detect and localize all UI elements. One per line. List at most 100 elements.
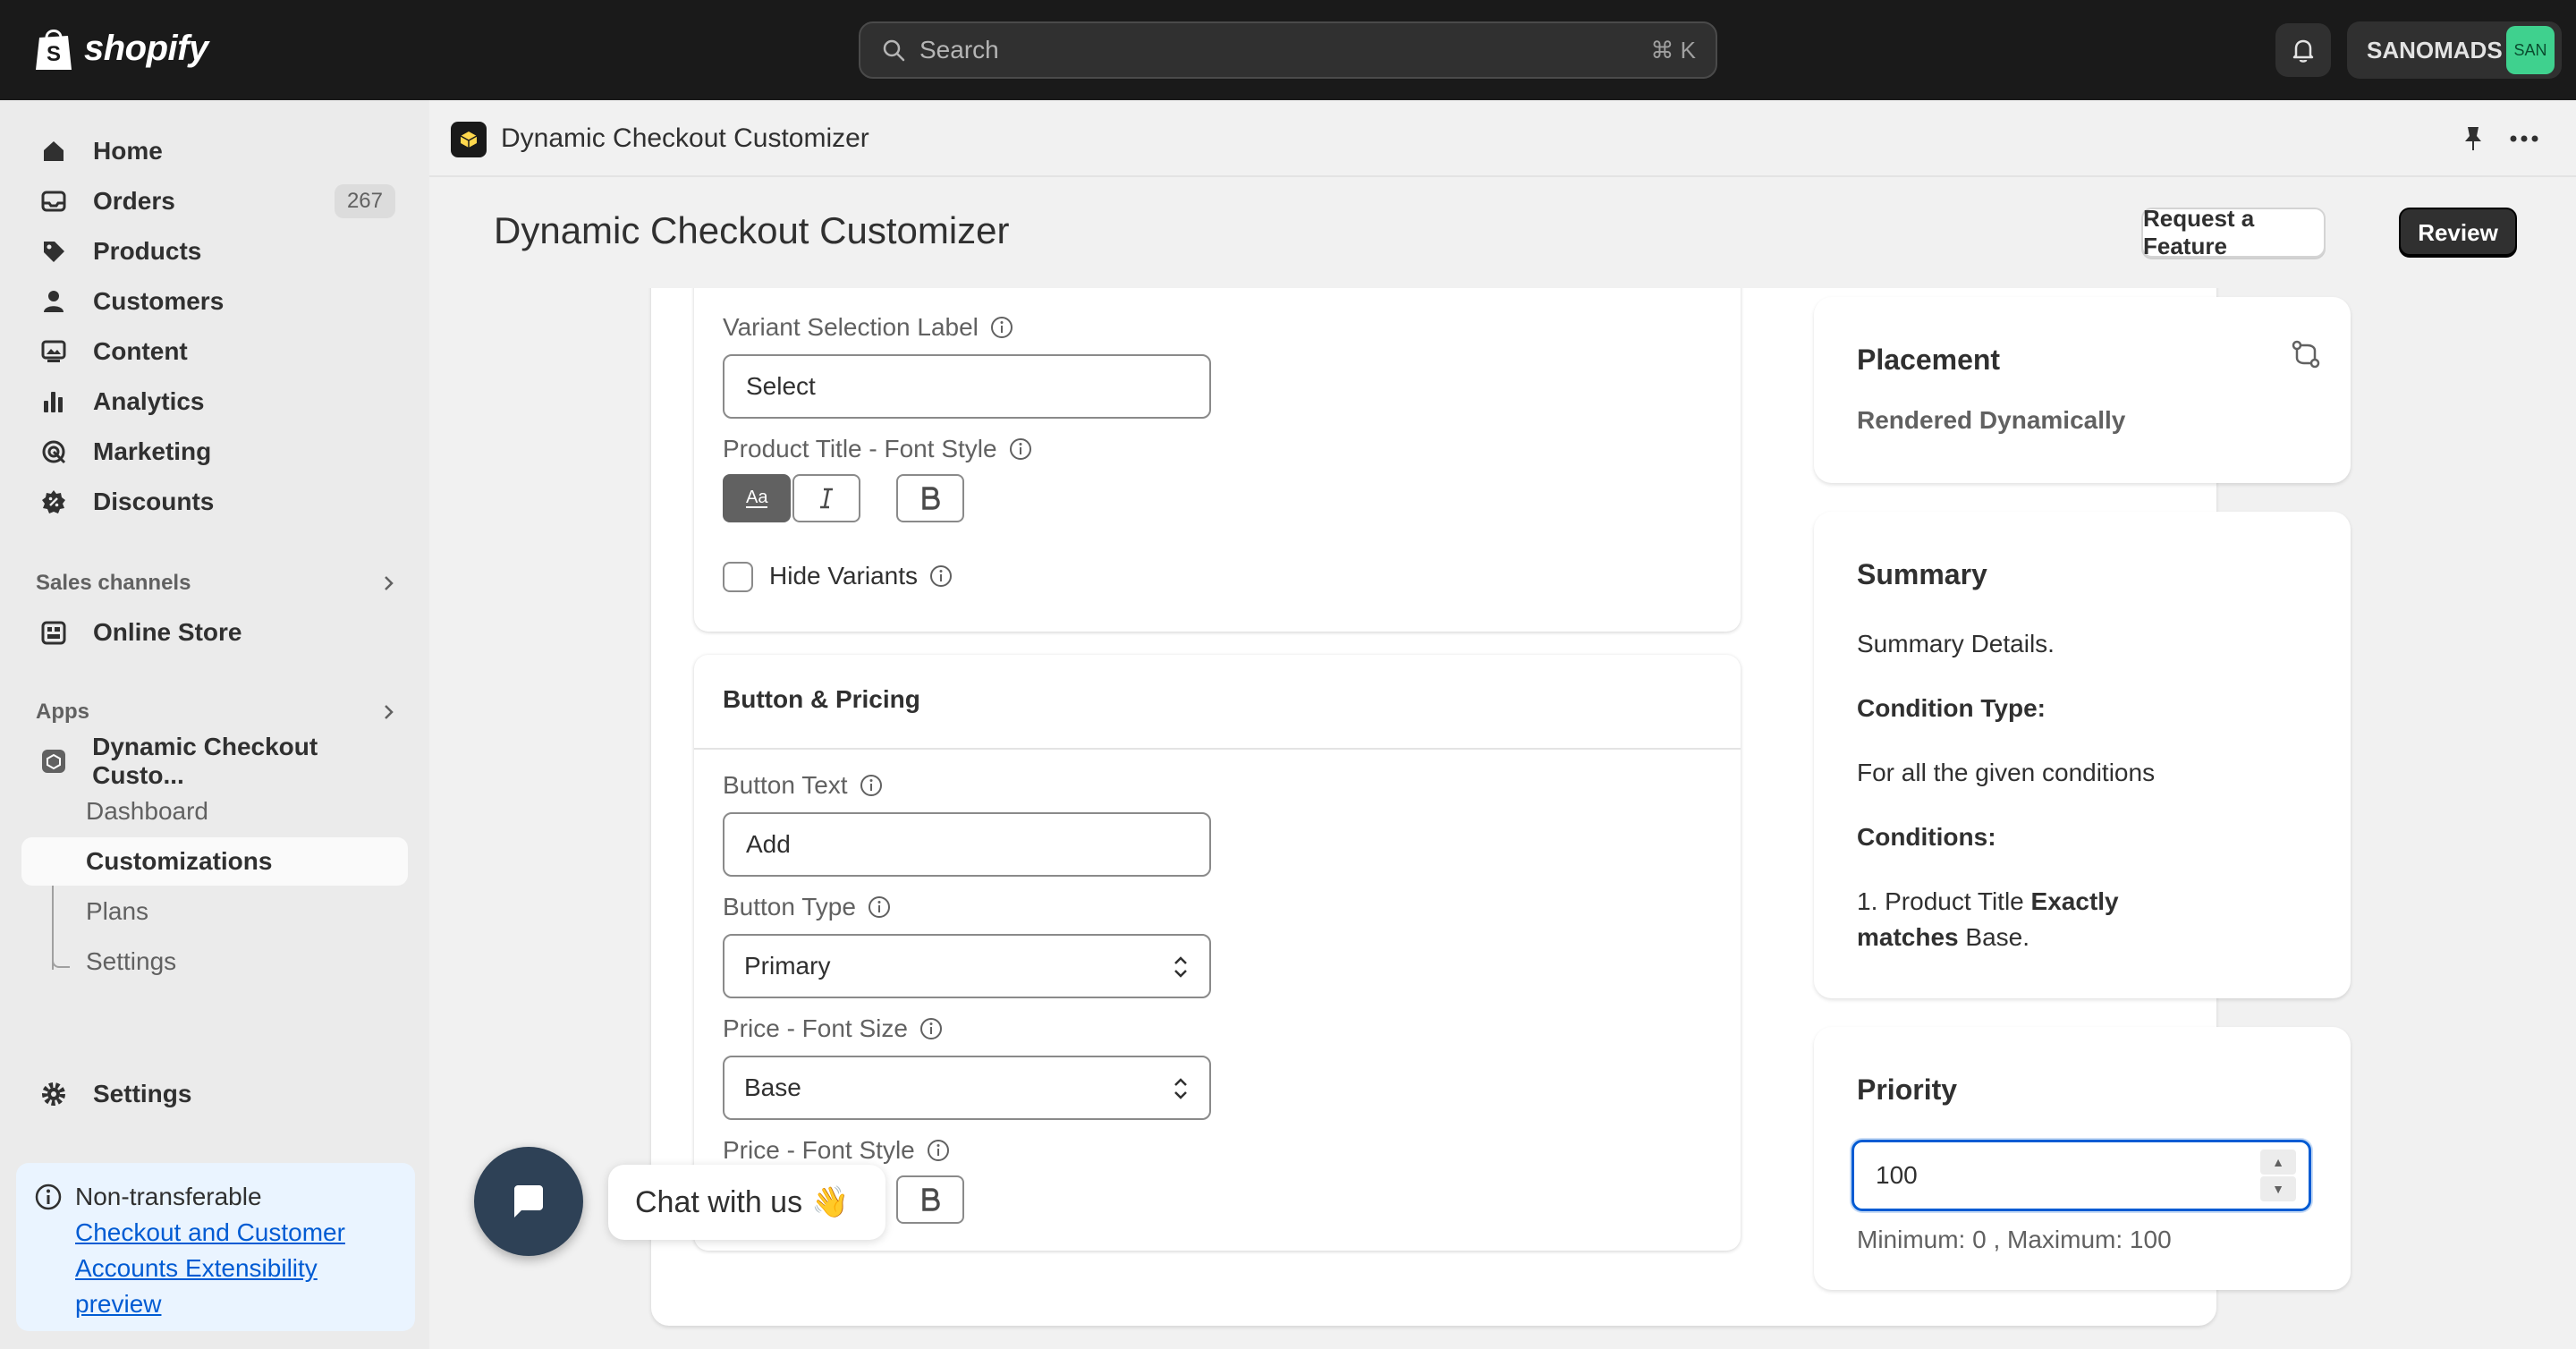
image-icon <box>39 337 68 366</box>
sidebar-subitem-plans[interactable]: Plans <box>21 887 408 936</box>
more-options-icon[interactable] <box>2506 123 2542 154</box>
app-icon <box>39 747 67 776</box>
price-font-size-label: Price - Font Size <box>723 1014 944 1043</box>
field-label-text: Variant Selection Label <box>723 313 979 341</box>
priority-card: Priority 100 ▲ ▼ Minimum: 0 , Maximum: 1… <box>1814 1027 2351 1290</box>
summary-title: Summary <box>1857 558 1987 590</box>
priority-help-text: Minimum: 0 , Maximum: 100 <box>1857 1226 2172 1253</box>
italic-icon <box>820 488 833 509</box>
field-label-text: Price - Font Size <box>723 1014 908 1042</box>
tag-icon <box>39 237 68 266</box>
priority-input[interactable]: 100 ▲ ▼ <box>1852 1140 2311 1211</box>
sidebar-item-label: Discounts <box>93 488 215 515</box>
field-label-text: Button Type <box>723 893 856 921</box>
button-text-label: Button Text <box>723 771 884 800</box>
shopify-logo[interactable]: S shopify <box>34 25 208 72</box>
summary-card: Summary Summary Details. Condition Type:… <box>1814 512 2351 998</box>
sidebar-item-analytics[interactable]: Analytics <box>21 378 408 426</box>
card-heading: Button & Pricing <box>723 685 920 713</box>
info-icon[interactable] <box>919 1016 944 1041</box>
sidebar-item-customers[interactable]: Customers <box>21 277 408 326</box>
sales-channels-heading[interactable]: Sales channels <box>36 571 191 596</box>
avatar: SAN <box>2506 26 2555 74</box>
chat-with-us-prompt[interactable]: Chat with us 👋 <box>608 1165 886 1240</box>
placement-title: Placement <box>1857 344 2001 376</box>
swap-icon[interactable] <box>2290 338 2322 370</box>
apps-heading[interactable]: Apps <box>36 700 89 725</box>
preview-notice: Non-transferable Checkout and Customer A… <box>16 1163 415 1331</box>
search-shortcut: ⌘ K <box>1650 36 1696 64</box>
sidebar-subitem-customizations[interactable]: Customizations <box>21 837 408 886</box>
divider <box>694 748 1741 750</box>
sidebar-item-settings[interactable]: Settings <box>21 1070 408 1118</box>
chat-launcher-button[interactable] <box>474 1147 583 1256</box>
sidebar-item-content[interactable]: Content <box>21 327 408 376</box>
select-value: Base <box>744 1073 801 1101</box>
inbox-icon <box>39 187 68 216</box>
store-menu-button[interactable]: SANOMADS SAN <box>2347 21 2562 79</box>
chevron-up-icon[interactable]: ▲ <box>2260 1150 2296 1175</box>
info-icon[interactable] <box>989 315 1014 340</box>
sidebar-subitem-settings[interactable]: Settings <box>21 938 408 986</box>
chevron-up-down-icon <box>1174 956 1187 978</box>
extensibility-preview-link[interactable]: Checkout and Customer Accounts Extensibi… <box>75 1215 399 1322</box>
priority-title: Priority <box>1857 1073 1958 1106</box>
condition-type-label: Condition Type: <box>1857 694 2046 722</box>
price-font-style-bold-button[interactable] <box>896 1175 964 1224</box>
sidebar-item-label: Orders <box>93 187 175 215</box>
button-pricing-card: Button & Pricing Button Text Add Button … <box>694 655 1741 1251</box>
sidebar-item-marketing[interactable]: Marketing <box>21 428 408 476</box>
info-icon[interactable] <box>926 1138 951 1163</box>
store-icon <box>39 618 68 647</box>
number-stepper[interactable]: ▲ ▼ <box>2260 1150 2296 1201</box>
app-icon <box>451 122 487 157</box>
notice-title: Non-transferable <box>75 1183 262 1210</box>
info-icon[interactable] <box>859 773 884 798</box>
sidebar-item-online-store[interactable]: Online Store <box>21 608 408 657</box>
bar-chart-icon <box>39 387 68 416</box>
sidebar-subitem-label: Plans <box>86 897 149 925</box>
person-icon <box>39 287 68 316</box>
condition-suffix: Base. <box>1958 923 2030 951</box>
sidebar-subitem-dashboard[interactable]: Dashboard <box>21 787 408 836</box>
field-label-text: Price - Font Style <box>723 1136 915 1164</box>
review-button[interactable]: Review <box>2399 208 2517 258</box>
button-text-input[interactable]: Add <box>723 812 1211 877</box>
chevron-right-icon[interactable] <box>377 573 399 594</box>
sidebar-item-products[interactable]: Products <box>21 227 408 276</box>
font-style-regular-button[interactable]: Aa <box>723 474 791 522</box>
sidebar-item-discounts[interactable]: Discounts <box>21 478 408 526</box>
button-type-label: Button Type <box>723 893 892 921</box>
font-style-bold-button[interactable] <box>896 474 964 522</box>
text-regular-icon: Aa <box>746 488 768 508</box>
variant-selection-input[interactable]: Select <box>723 354 1211 419</box>
chevron-down-icon[interactable]: ▼ <box>2260 1176 2296 1201</box>
pin-icon[interactable] <box>2458 123 2488 154</box>
sidebar-item-orders[interactable]: Orders 267 <box>21 177 408 225</box>
info-icon[interactable] <box>928 564 953 589</box>
font-style-italic-button[interactable] <box>792 474 860 522</box>
sidebar-item-label: Online Store <box>93 618 242 646</box>
page-title: Dynamic Checkout Customizer <box>494 209 1010 251</box>
summary-details: Summary Details. <box>1857 630 2055 658</box>
search-bar[interactable]: Search ⌘ K <box>859 21 1717 79</box>
bold-icon <box>922 1188 940 1211</box>
sidebar-item-app[interactable]: Dynamic Checkout Custo... <box>21 733 408 789</box>
app-title-bar: Dynamic Checkout Customizer <box>429 100 2576 177</box>
price-font-size-select[interactable]: Base <box>723 1056 1211 1120</box>
request-feature-button[interactable]: Request a Feature <box>2141 205 2326 259</box>
info-icon[interactable] <box>1008 437 1033 462</box>
orders-count-badge: 267 <box>334 184 395 218</box>
notifications-button[interactable] <box>2275 23 2331 77</box>
info-icon[interactable] <box>867 895 892 920</box>
logo-text: shopify <box>84 28 208 68</box>
home-icon <box>39 137 68 165</box>
product-settings-card: Variant Selection Label Select Product T… <box>694 288 1741 632</box>
hide-variants-checkbox[interactable] <box>723 562 753 592</box>
bell-icon <box>2292 39 2314 63</box>
sidebar-item-home[interactable]: Home <box>21 127 408 175</box>
sidebar-subitem-label: Dashboard <box>86 797 208 825</box>
gear-icon <box>39 1080 68 1108</box>
button-type-select[interactable]: Primary <box>723 934 1211 998</box>
chevron-right-icon[interactable] <box>377 701 399 723</box>
